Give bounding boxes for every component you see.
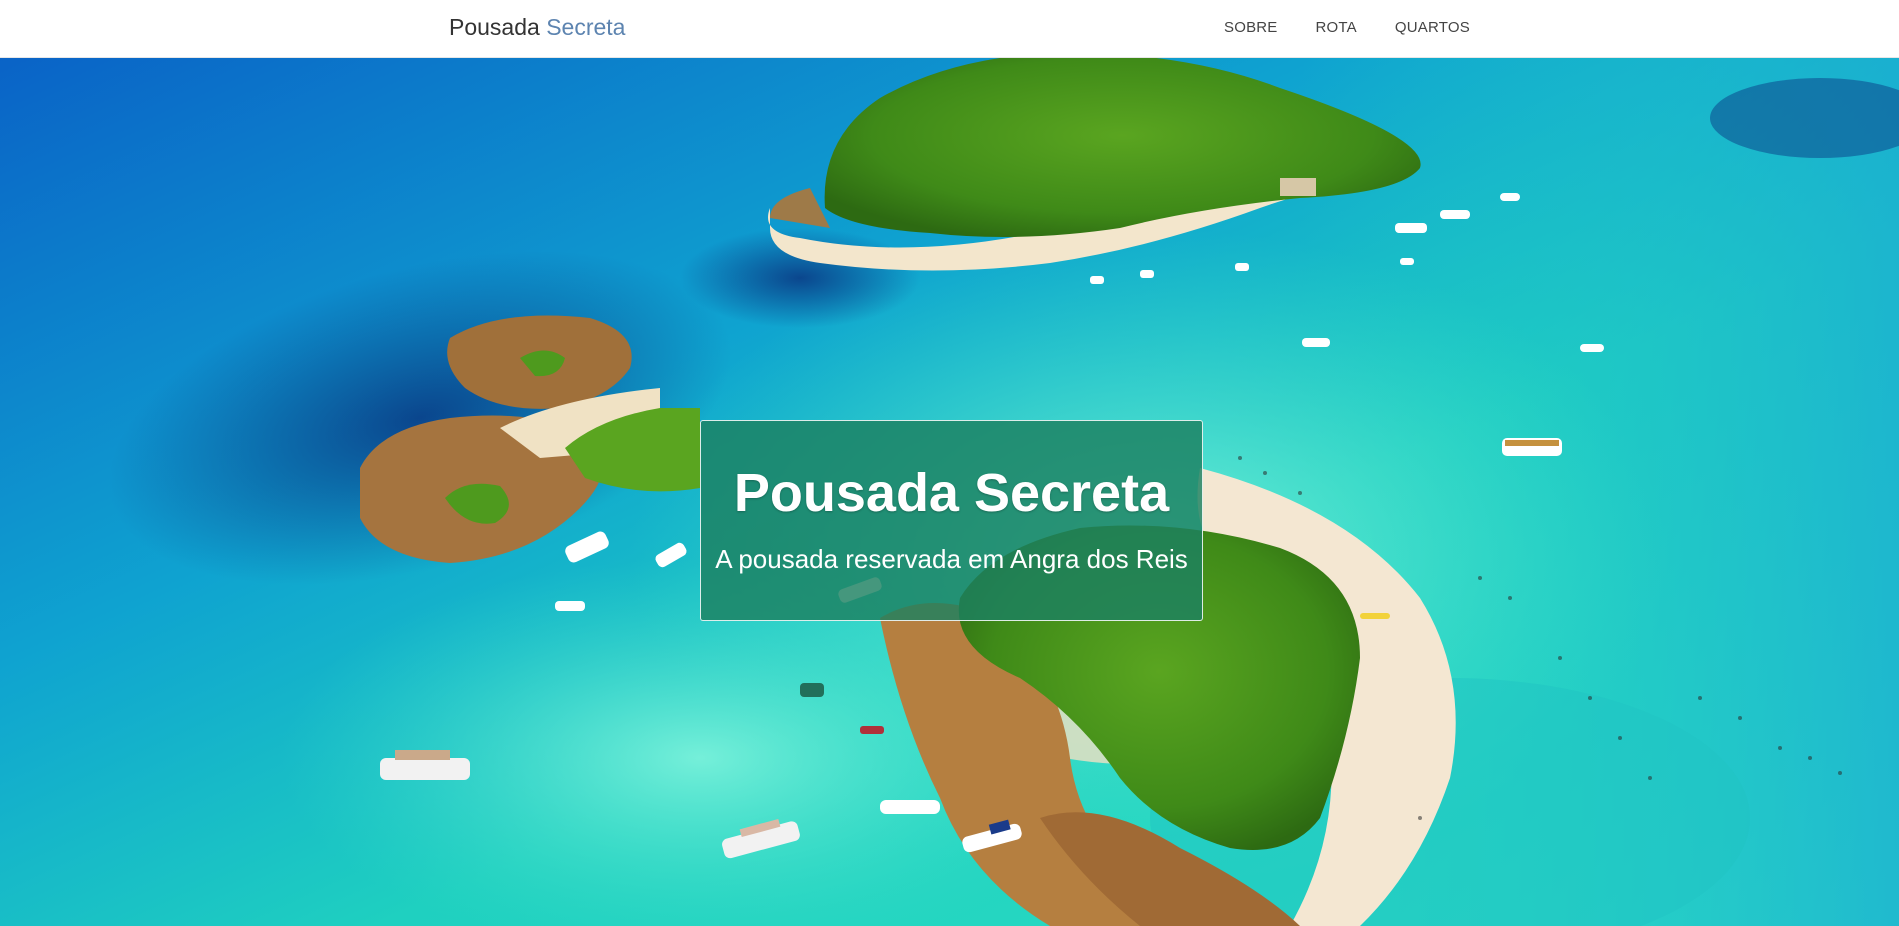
nav-item-quartos: QUARTOS [1395, 18, 1470, 38]
nav-item-rota: ROTA [1316, 18, 1357, 38]
nav-menu: SOBRE ROTA QUARTOS [1224, 18, 1470, 38]
boat-icon [555, 601, 585, 611]
brand-logo-link[interactable]: Pousada Secreta [449, 13, 625, 41]
brand-accent-text: Secreta [546, 14, 626, 40]
hero-section: Pousada Secreta A pousada reservada em A… [0, 58, 1899, 926]
top-navbar: Pousada Secreta SOBRE ROTA QUARTOS [0, 0, 1899, 58]
boat-icon [800, 683, 824, 697]
nav-link-rota[interactable]: ROTA [1316, 19, 1357, 36]
nav-link-sobre[interactable]: SOBRE [1224, 19, 1278, 36]
hero-subtitle: A pousada reservada em Angra dos Reis [715, 544, 1188, 574]
nav-link-quartos[interactable]: QUARTOS [1395, 19, 1470, 36]
hero-title: Pousada Secreta [733, 463, 1170, 523]
boat-icon [880, 800, 940, 814]
boat-icon [1502, 438, 1562, 456]
nav-item-sobre: SOBRE [1224, 18, 1278, 38]
brand-main-text: Pousada [449, 14, 540, 40]
hero-caption-box: Pousada Secreta A pousada reservada em A… [700, 420, 1203, 621]
